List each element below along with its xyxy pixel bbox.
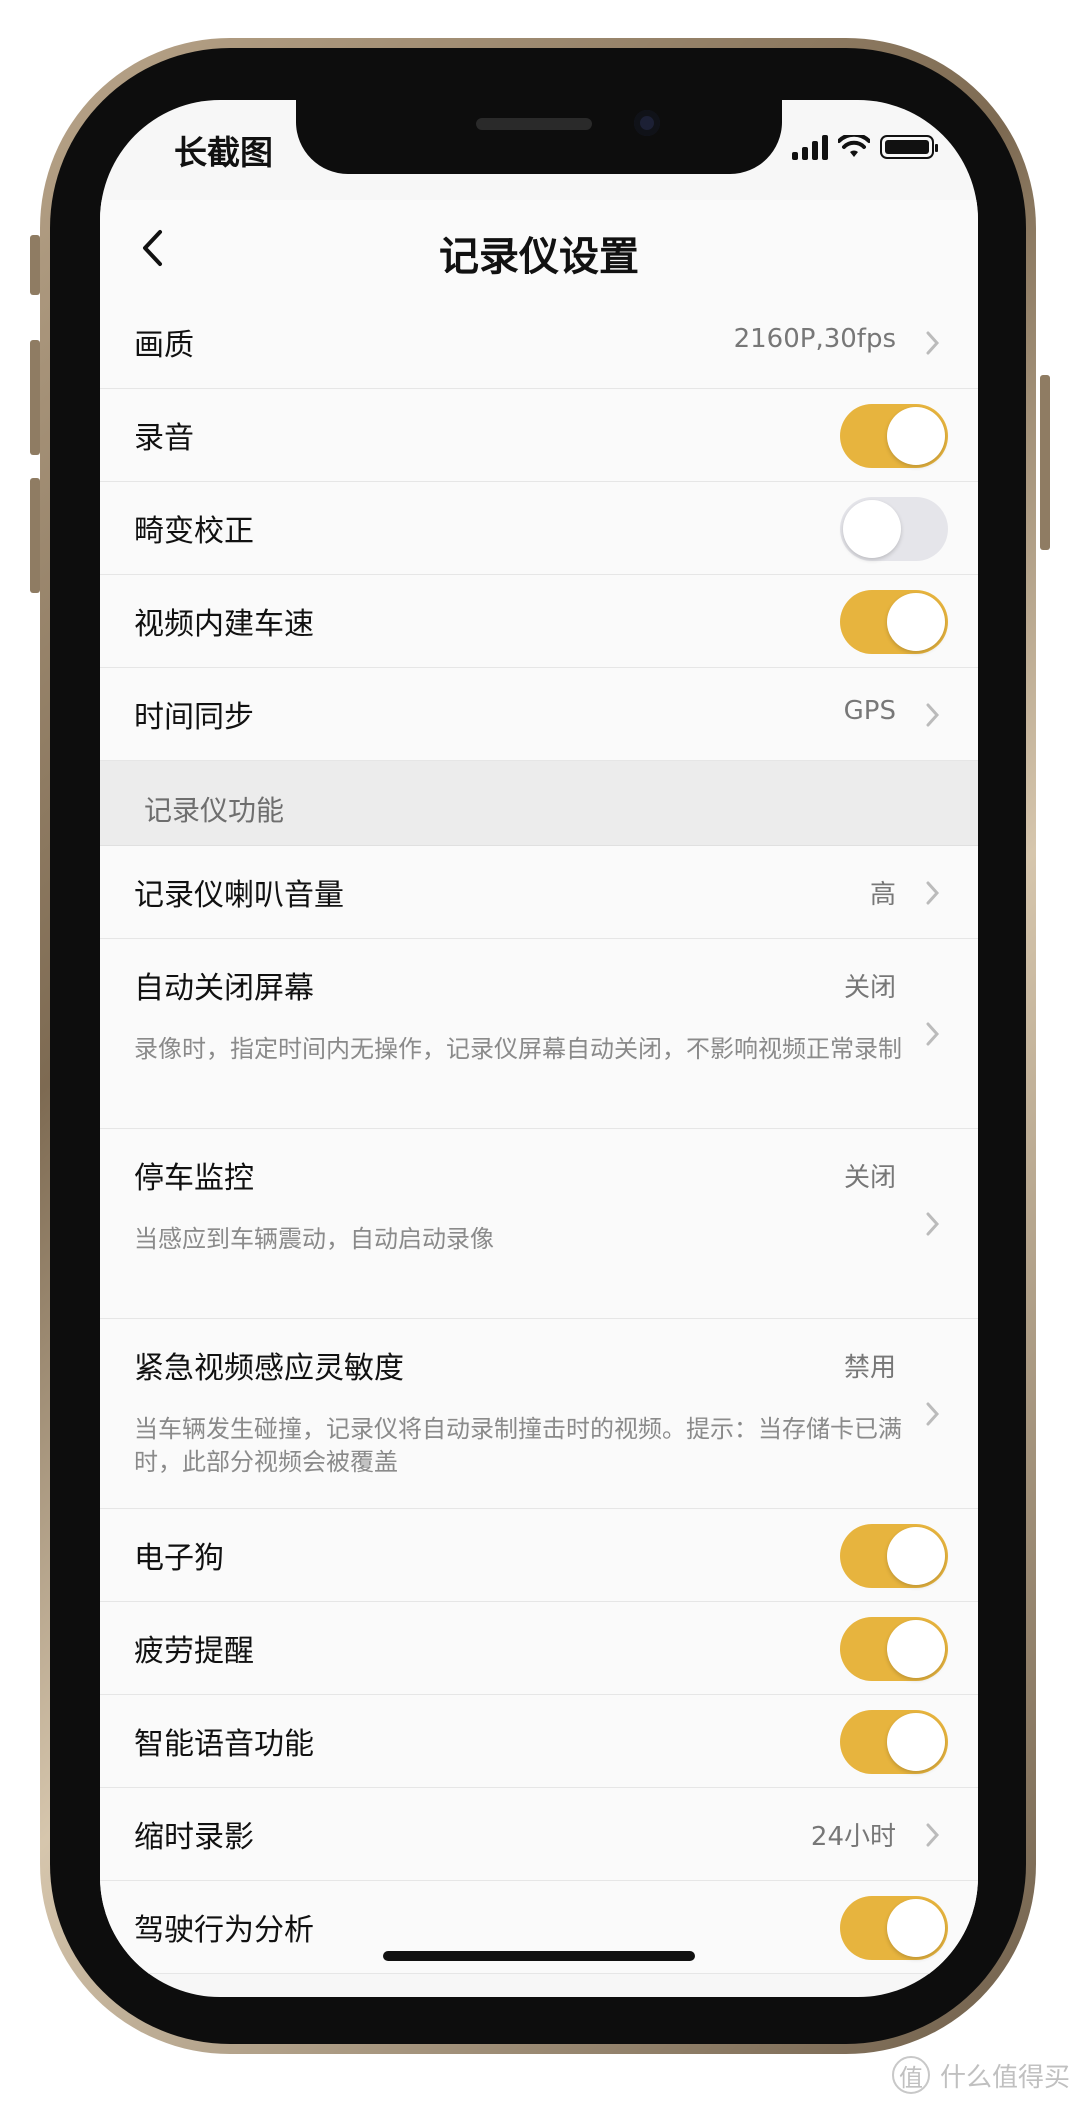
setting-label: 缩时录影 bbox=[134, 1820, 254, 1855]
setting-audio-recording: 录音 bbox=[100, 389, 978, 482]
setting-parking-monitor[interactable]: 停车监控 关闭 当感应到车辆震动，自动启动录像 bbox=[100, 1129, 978, 1319]
setting-speed-overlay: 视频内建车速 bbox=[100, 575, 978, 668]
driving-analysis-toggle[interactable] bbox=[840, 1896, 948, 1960]
setting-voice-control: 智能语音功能 bbox=[100, 1695, 978, 1788]
setting-label: 电子狗 bbox=[134, 1541, 224, 1576]
setting-label: 驾驶行为分析 bbox=[134, 1913, 314, 1948]
status-icons bbox=[792, 134, 938, 160]
setting-value: 禁用 bbox=[843, 1353, 896, 1383]
toggle-knob bbox=[887, 1620, 945, 1678]
setting-label: 停车监控 bbox=[134, 1161, 254, 1196]
setting-label: 疲劳提醒 bbox=[134, 1634, 254, 1669]
setting-label: 自动关闭屏幕 bbox=[134, 971, 314, 1006]
setting-label: 录音 bbox=[134, 421, 194, 456]
setting-value: 2160P,30fps bbox=[733, 324, 896, 354]
chevron-right-icon bbox=[926, 331, 940, 355]
chevron-right-icon bbox=[926, 1212, 940, 1236]
distortion-correction-toggle[interactable] bbox=[840, 497, 948, 561]
setting-description: 当车辆发生碰撞，记录仪将自动录制撞击时的视频。提示：当存储卡已满时，此部分视频会… bbox=[134, 1415, 902, 1476]
speed-overlay-toggle[interactable] bbox=[840, 590, 948, 654]
volume-down-button bbox=[30, 478, 40, 593]
watermark-logo-icon: 值 bbox=[891, 2056, 930, 2094]
status-app-label: 长截图 bbox=[174, 133, 273, 172]
toggle-knob bbox=[887, 1527, 945, 1585]
watermark: 值 什么值得买 bbox=[891, 2056, 1070, 2094]
setting-label: 畸变校正 bbox=[134, 514, 254, 549]
setting-distortion-correction: 畸变校正 bbox=[100, 482, 978, 575]
watermark-text: 什么值得买 bbox=[939, 2062, 1070, 2093]
speed-camera-alert-toggle[interactable] bbox=[840, 1524, 948, 1588]
wifi-icon bbox=[838, 135, 870, 157]
earpiece-speaker bbox=[476, 118, 592, 130]
navigation-bar: 记录仪设置 bbox=[100, 200, 978, 297]
phone-screen: 长截图 记录仪设置 画质 2160P,30fps 录音 畸变校正 视频内建车速 … bbox=[100, 100, 978, 1997]
setting-video-quality[interactable]: 画质 2160P,30fps bbox=[100, 296, 978, 389]
setting-label: 画质 bbox=[134, 328, 194, 363]
toggle-knob bbox=[887, 407, 945, 465]
setting-value: GPS bbox=[843, 696, 896, 726]
home-indicator[interactable] bbox=[383, 1951, 695, 1961]
setting-label: 视频内建车速 bbox=[134, 607, 314, 642]
power-button bbox=[1040, 375, 1050, 550]
chevron-right-icon bbox=[926, 1823, 940, 1847]
setting-label: 智能语音功能 bbox=[134, 1727, 314, 1762]
setting-value: 关闭 bbox=[843, 1163, 896, 1193]
toggle-knob bbox=[887, 1899, 945, 1957]
notch bbox=[296, 100, 782, 174]
page-title: 记录仪设置 bbox=[439, 234, 639, 280]
front-camera bbox=[634, 110, 660, 136]
audio-recording-toggle[interactable] bbox=[840, 404, 948, 468]
setting-value: 高 bbox=[869, 880, 896, 910]
setting-label: 记录仪喇叭音量 bbox=[134, 878, 344, 913]
settings-list: 画质 2160P,30fps 录音 畸变校正 视频内建车速 时间同步 GPS 记… bbox=[100, 296, 978, 1974]
battery-icon bbox=[880, 135, 938, 159]
volume-up-button bbox=[30, 340, 40, 455]
section-header-label: 记录仪功能 bbox=[144, 794, 285, 827]
setting-time-lapse[interactable]: 缩时录影 24小时 bbox=[100, 1788, 978, 1881]
mute-switch bbox=[30, 235, 40, 295]
toggle-knob bbox=[887, 593, 945, 651]
setting-speaker-volume[interactable]: 记录仪喇叭音量 高 bbox=[100, 846, 978, 939]
setting-auto-screen-off[interactable]: 自动关闭屏幕 关闭 录像时，指定时间内无操作，记录仪屏幕自动关闭，不影响视频正常… bbox=[100, 939, 978, 1129]
chevron-right-icon bbox=[926, 881, 940, 905]
setting-label: 时间同步 bbox=[134, 700, 254, 735]
chevron-right-icon bbox=[926, 1402, 940, 1426]
chevron-right-icon bbox=[926, 1022, 940, 1046]
section-header-recorder-functions: 记录仪功能 bbox=[100, 761, 978, 846]
setting-description: 录像时，指定时间内无操作，记录仪屏幕自动关闭，不影响视频正常录制 bbox=[134, 1035, 902, 1063]
setting-value: 24小时 bbox=[810, 1822, 896, 1852]
setting-time-sync[interactable]: 时间同步 GPS bbox=[100, 668, 978, 761]
toggle-knob bbox=[887, 1713, 945, 1771]
cellular-signal-icon bbox=[792, 134, 828, 160]
setting-fatigue-alert: 疲劳提醒 bbox=[100, 1602, 978, 1695]
toggle-knob bbox=[843, 500, 901, 558]
fatigue-alert-toggle[interactable] bbox=[840, 1617, 948, 1681]
setting-description: 当感应到车辆震动，自动启动录像 bbox=[134, 1225, 494, 1253]
setting-value: 关闭 bbox=[843, 973, 896, 1003]
voice-control-toggle[interactable] bbox=[840, 1710, 948, 1774]
chevron-right-icon bbox=[926, 703, 940, 727]
setting-emergency-sensitivity[interactable]: 紧急视频感应灵敏度 禁用 当车辆发生碰撞，记录仪将自动录制撞击时的视频。提示：当… bbox=[100, 1319, 978, 1509]
setting-speed-camera-alert: 电子狗 bbox=[100, 1509, 978, 1602]
setting-label: 紧急视频感应灵敏度 bbox=[134, 1351, 404, 1386]
